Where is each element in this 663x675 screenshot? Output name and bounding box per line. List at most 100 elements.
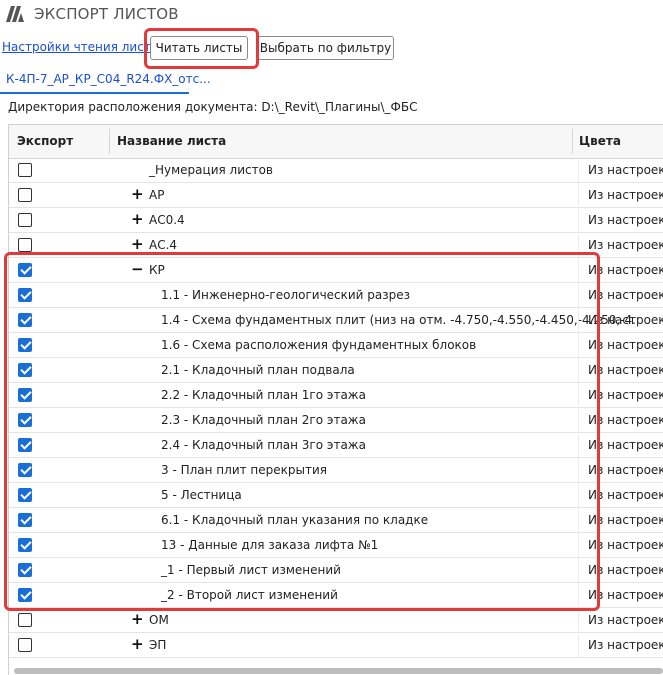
colors-cell[interactable]: Из настроек [588,513,663,527]
table-row[interactable]: 1.6 - Схема расположения фундаментных бл… [9,333,663,358]
table-row[interactable]: − КР Из настроек [9,258,663,283]
colors-cell[interactable]: Из настроек [588,363,663,377]
document-tab[interactable]: К-4П-7_АР_КР_С04_R24.ФХ_отс... [6,72,211,86]
column-separator[interactable] [109,129,110,154]
export-checkbox[interactable] [18,463,32,477]
collapse-icon[interactable]: − [131,262,144,277]
export-checkbox[interactable] [18,338,32,352]
cell-divider [578,458,579,483]
export-checkbox[interactable] [18,163,32,177]
table-row[interactable]: + АР Из настроек [9,183,663,208]
table-row[interactable]: 5 - Лестница Из настроек [9,483,663,508]
colors-cell[interactable]: Из настроек [588,638,663,652]
table-row[interactable]: 2.1 - Кладочный план подвала Из настроек [9,358,663,383]
export-checkbox[interactable] [18,288,32,302]
colors-cell[interactable]: Из настроек [588,313,663,327]
sheets-grid: Экспорт Название листа Цвета _Нумерация … [8,124,663,675]
cell-divider [578,433,579,458]
colors-cell[interactable]: Из настроек [588,163,663,177]
sheet-name: _Нумерация листов [149,163,274,177]
export-checkbox[interactable] [18,613,32,627]
column-header-export[interactable]: Экспорт [17,134,73,148]
colors-cell[interactable]: Из настроек [588,188,663,202]
column-header-sheet-name[interactable]: Название листа [117,134,226,148]
table-row[interactable]: + ОМ Из настроек [9,608,663,633]
table-row[interactable]: 1.4 - Схема фундаментных плит (низ на от… [9,308,663,333]
colors-cell[interactable]: Из настроек [588,463,663,477]
export-checkbox[interactable] [18,238,32,252]
export-checkbox[interactable] [18,638,32,652]
table-row[interactable]: 6.1 - Кладочный план указания по кладке И… [9,508,663,533]
expand-icon[interactable]: + [131,637,144,652]
colors-cell[interactable]: Из настроек [588,263,663,277]
export-checkbox[interactable] [18,213,32,227]
export-checkbox[interactable] [18,513,32,527]
table-row[interactable]: _Нумерация листов Из настроек [9,158,663,183]
table-row[interactable]: 3 - План плит перекрытия Из настроек [9,458,663,483]
table-row[interactable]: + АС.4 Из настроек [9,233,663,258]
sheet-name: ОМ [149,613,169,627]
cell-divider [578,533,579,558]
cell-divider [578,383,579,408]
export-checkbox[interactable] [18,488,32,502]
table-row[interactable]: + ЭП Из настроек [9,633,663,658]
column-separator[interactable] [572,129,573,154]
colors-cell[interactable]: Из настроек [588,613,663,627]
export-checkbox[interactable] [18,563,32,577]
colors-cell[interactable]: Из настроек [588,238,663,252]
export-checkbox[interactable] [18,188,32,202]
expand-icon[interactable]: + [131,187,144,202]
horizontal-scrollbar[interactable] [14,668,663,674]
colors-cell[interactable]: Из настроек [588,413,663,427]
colors-cell[interactable]: Из настроек [588,288,663,302]
table-row[interactable]: 13 - Данные для заказа лифта №1 Из настро… [9,533,663,558]
sheet-name: 1.6 - Схема расположения фундаментных бл… [161,338,477,352]
brand-logo-icon [6,6,24,22]
colors-cell[interactable]: Из настроек [588,388,663,402]
export-checkbox[interactable] [18,538,32,552]
table-row[interactable]: + АС0.4 Из настроек [9,208,663,233]
sheet-name: 5 - Лестница [161,488,242,502]
expand-icon[interactable]: + [131,612,144,627]
export-checkbox[interactable] [18,438,32,452]
cell-divider [578,633,579,658]
sheet-name: 2.4 - Кладочный план 3го этажа [161,438,366,452]
table-row[interactable]: 1.1 - Инженерно-геологический разрез Из н… [9,283,663,308]
read-settings-link[interactable]: Настройки чтения листов [2,40,165,54]
table-row[interactable]: _2 - Второй лист изменений Из настроек [9,583,663,608]
column-header-colors[interactable]: Цвета [579,134,621,148]
cell-divider [578,358,579,383]
colors-cell[interactable]: Из настроек [588,488,663,502]
export-checkbox[interactable] [18,363,32,377]
sheet-name: 1.1 - Инженерно-геологический разрез [161,288,411,302]
table-row[interactable]: 2.2 - Кладочный план 1го этажа Из настрое… [9,383,663,408]
sheet-name: 3 - План плит перекрытия [161,463,327,477]
cell-divider [578,233,579,258]
cell-divider [578,483,579,508]
table-row[interactable]: _1 - Первый лист изменений Из настроек [9,558,663,583]
cell-divider [578,208,579,233]
colors-cell[interactable]: Из настроек [588,588,663,602]
sheet-name: _2 - Второй лист изменений [161,588,338,602]
export-checkbox[interactable] [18,313,32,327]
cell-divider [578,408,579,433]
export-checkbox[interactable] [18,263,32,277]
export-checkbox[interactable] [18,413,32,427]
cell-divider [578,158,579,183]
colors-cell[interactable]: Из настроек [588,563,663,577]
export-checkbox[interactable] [18,588,32,602]
sheet-name: АР [149,188,165,202]
colors-cell[interactable]: Из настроек [588,338,663,352]
document-directory: Директория расположения документа: D:\_R… [8,100,418,114]
colors-cell[interactable]: Из настроек [588,213,663,227]
sheet-name: 1.4 - Схема фундаментных плит (низ на от… [161,313,636,327]
expand-icon[interactable]: + [131,237,144,252]
read-sheets-button[interactable]: Читать листы [150,36,248,60]
export-checkbox[interactable] [18,388,32,402]
table-row[interactable]: 2.3 - Кладочный план 2го этажа Из настрое… [9,408,663,433]
colors-cell[interactable]: Из настроек [588,438,663,452]
expand-icon[interactable]: + [131,212,144,227]
table-row[interactable]: 2.4 - Кладочный план 3го этажа Из настрое… [9,433,663,458]
select-by-filter-button[interactable]: Выбрать по фильтру [257,36,394,60]
colors-cell[interactable]: Из настроек [588,538,663,552]
